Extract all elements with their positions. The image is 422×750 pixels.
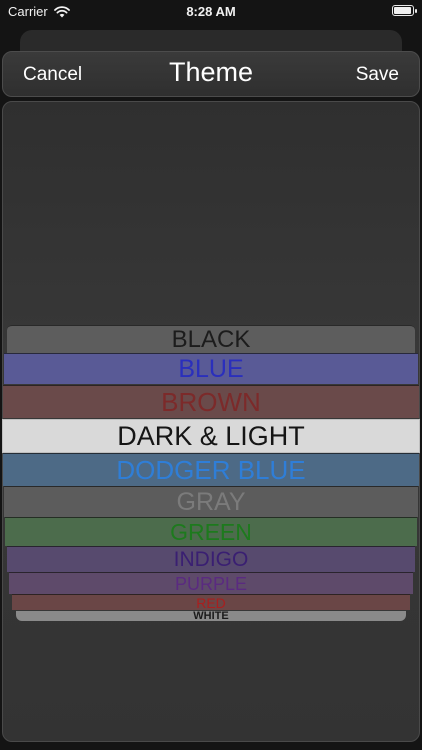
picker-row-selected[interactable]: DARK & LIGHT bbox=[2, 419, 420, 453]
picker-row-purple[interactable]: PURPLE bbox=[9, 572, 413, 594]
picker-row-brown[interactable]: BROWN bbox=[3, 385, 419, 418]
picker-row-label: GREEN bbox=[170, 518, 252, 545]
picker-row-white[interactable]: WHITE bbox=[16, 610, 406, 621]
picker-row-red[interactable]: RED bbox=[12, 594, 410, 610]
picker-row-indigo[interactable]: INDIGO bbox=[7, 546, 415, 572]
picker-row-label: DODGER BLUE bbox=[116, 455, 306, 485]
picker-selected-label: DARK & LIGHT bbox=[117, 420, 305, 451]
picker-row-label: GRAY bbox=[176, 487, 246, 516]
picker-row-black[interactable]: BLACK bbox=[7, 325, 415, 353]
picker-row-green[interactable]: GREEN bbox=[5, 517, 417, 546]
picker-row-blue[interactable]: BLUE bbox=[4, 353, 418, 384]
picker-row-label: INDIGO bbox=[173, 548, 249, 571]
theme-picker[interactable]: BLACK BLUE BROWN DARK & LIGHT DODGER BLU… bbox=[0, 0, 422, 750]
picker-row-gray[interactable]: GRAY bbox=[4, 486, 418, 517]
app-screen: Carrier 8:28 AM Cancel Theme Save BLACK … bbox=[0, 0, 422, 750]
picker-row-label: RED bbox=[196, 594, 226, 610]
picker-row-label: BLUE bbox=[178, 354, 244, 383]
picker-row-label: BROWN bbox=[161, 387, 261, 417]
picker-row-label: PURPLE bbox=[174, 573, 248, 594]
picker-row-label: BLACK bbox=[171, 325, 251, 353]
picker-row-dodger-blue[interactable]: DODGER BLUE bbox=[3, 453, 419, 486]
picker-row-label: WHITE bbox=[193, 610, 229, 621]
